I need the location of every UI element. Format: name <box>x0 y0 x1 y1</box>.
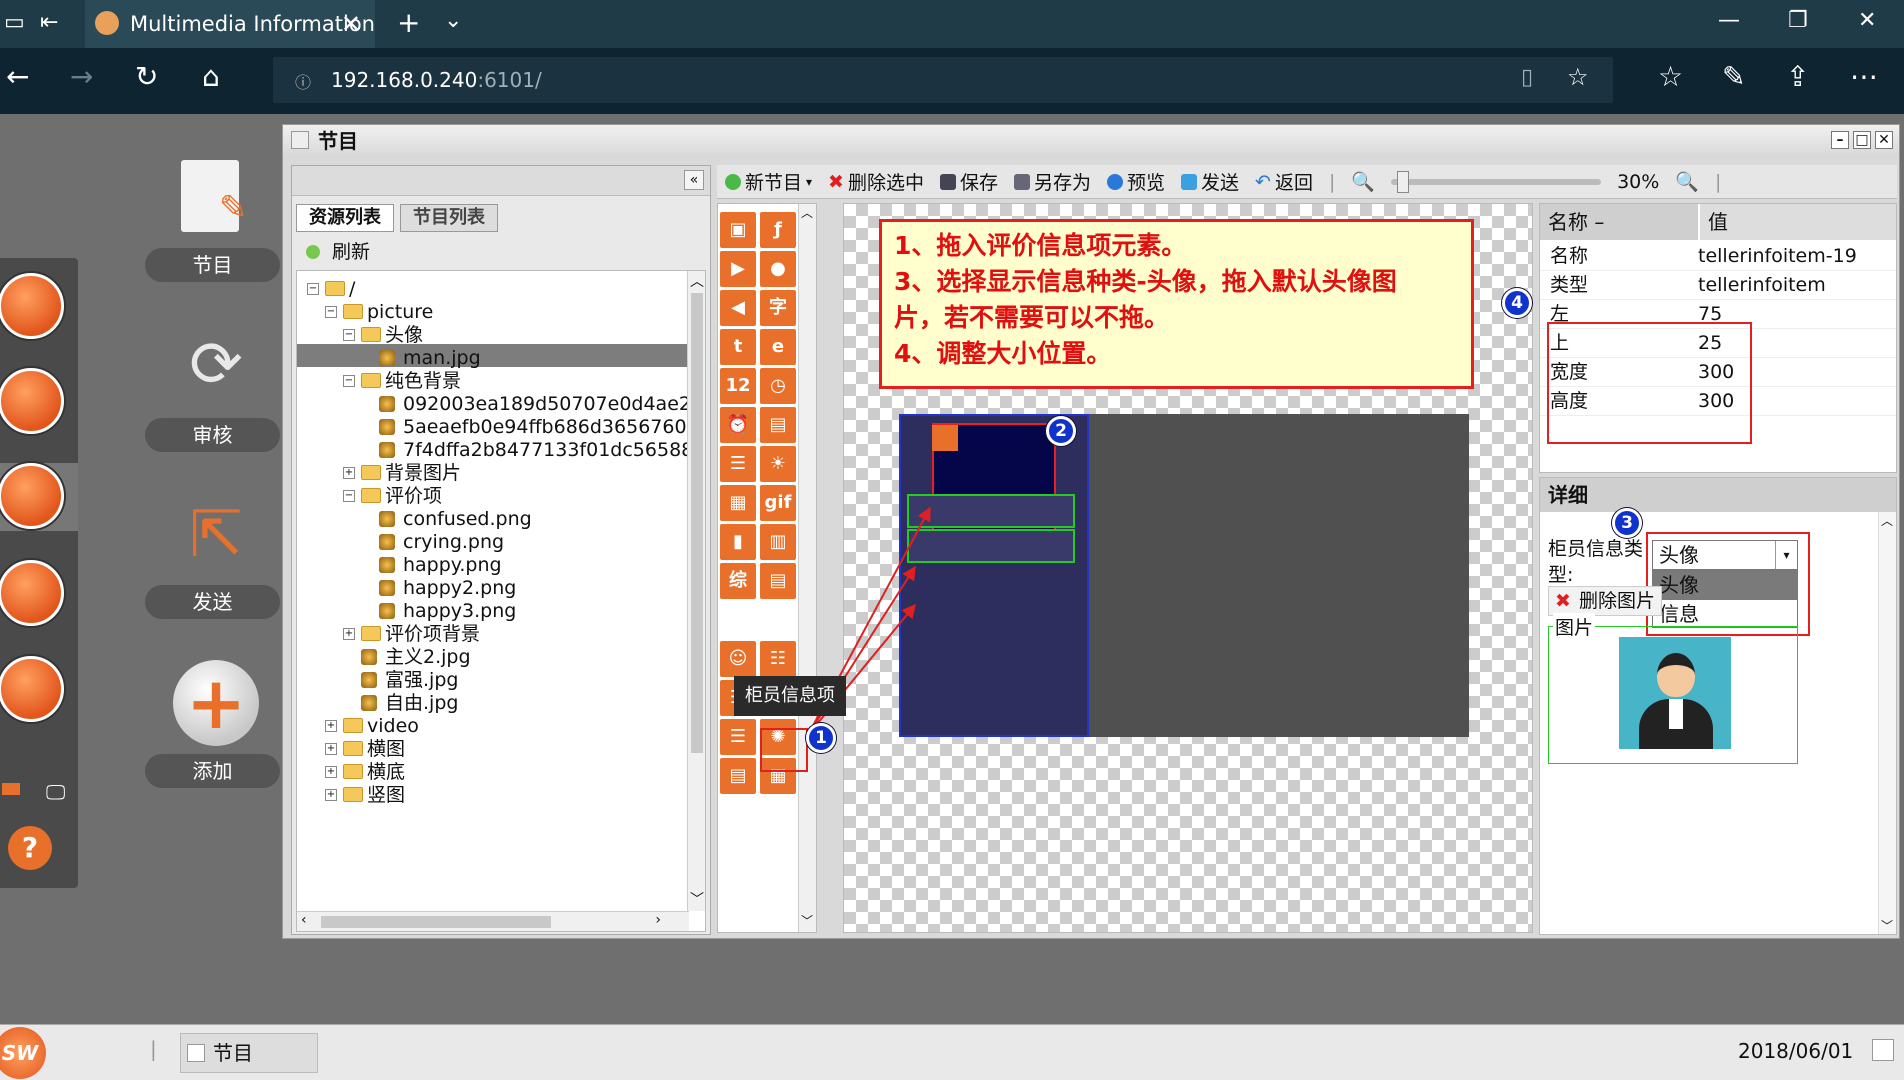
annotation-overlay <box>807 506 931 736</box>
marker-3: 3 <box>1612 508 1642 538</box>
notification-icon[interactable] <box>1872 1039 1894 1061</box>
taskbar-divider: | <box>150 1037 157 1061</box>
taskbar-program-icon <box>187 1044 205 1062</box>
palette-tooltip: 柜员信息项 <box>734 676 846 716</box>
taskbar-program-label: 节目 <box>213 1041 253 1065</box>
taskbar-program-item[interactable]: 节目 <box>180 1033 318 1073</box>
sw-logo[interactable]: SW <box>0 1027 46 1079</box>
palette-highlight <box>760 728 808 772</box>
marker-2: 2 <box>1046 416 1076 446</box>
app-taskbar: SW | 节目 2018/06/01 <box>0 1024 1904 1080</box>
taskbar-date: 2018/06/01 <box>1738 1039 1854 1063</box>
marker-4: 4 <box>1502 288 1532 318</box>
marker-1: 1 <box>806 723 836 753</box>
